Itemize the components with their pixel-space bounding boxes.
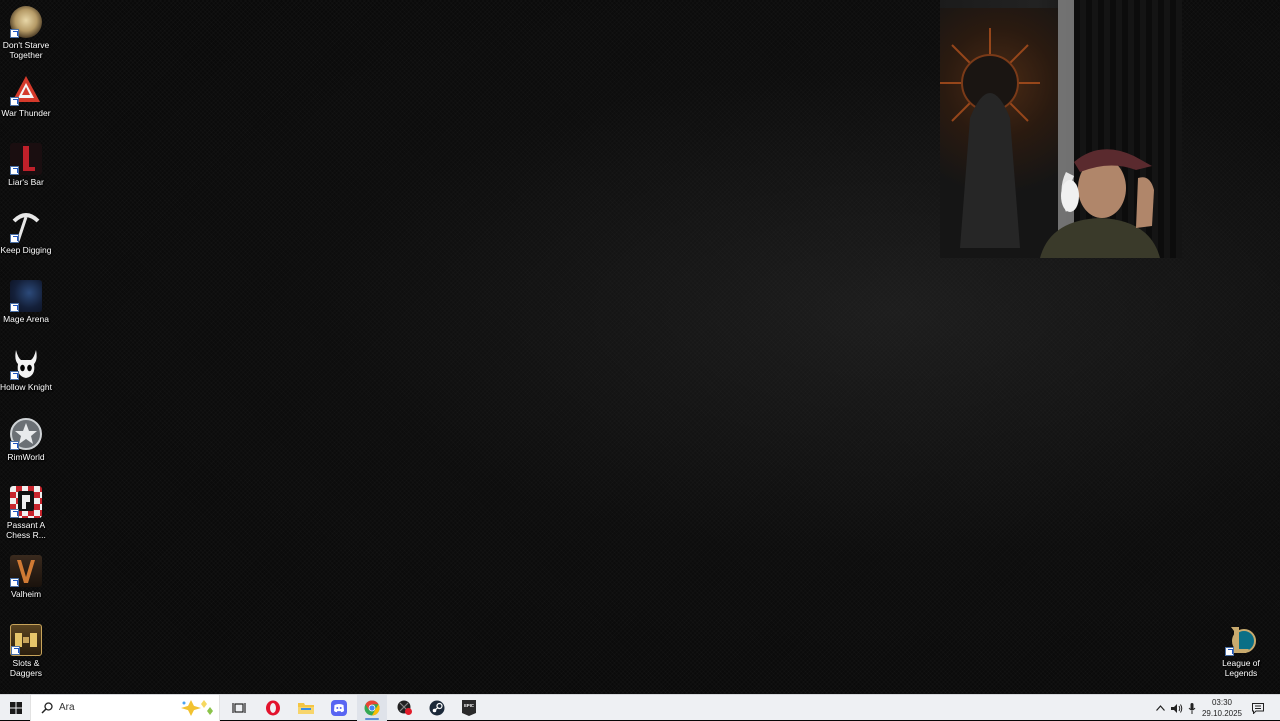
desktop-icon-rimworld[interactable]: RimWorld [0,418,52,462]
clock-date: 29.10.2025 [1201,709,1243,718]
search-icon [41,702,53,714]
app-red-icon [397,700,412,715]
war-thunder-icon [10,74,42,106]
webcam-overlay [940,0,1182,258]
taskbar-steam[interactable] [422,695,452,721]
notification-icon [1252,702,1264,714]
desktop-icon-mage-arena[interactable]: Mage Arena [0,280,52,324]
show-hidden-icons-button[interactable] [1153,695,1167,721]
desktop-icon-label: Keep Digging [0,245,52,255]
slots-daggers-icon [10,624,42,656]
desktop-icon-liars-bar[interactable]: Liar's Bar [0,143,52,187]
start-button[interactable] [1,695,31,721]
taskbar-discord[interactable] [324,695,354,721]
file-explorer-icon [298,703,314,714]
desktop-icon-label: Valheim [10,589,42,599]
hollow-knight-icon [10,348,42,380]
task-view-button[interactable] [224,695,254,721]
clock-time: 03:30 [1211,698,1233,707]
volume-button[interactable] [1169,695,1185,721]
search-highlight-sparkle-icon [181,700,213,716]
chrome-icon [364,700,380,716]
webcam-person [1040,149,1160,258]
taskbar: Ara EPIC 03:30 29.10.2025 [0,694,1280,721]
desktop-icon-label: Hollow Knight [0,382,52,392]
search-placeholder: Ara [59,702,75,713]
league-of-legends-icon [1225,624,1257,656]
epic-games-icon: EPIC [462,700,476,716]
desktop-icon-valheim[interactable]: Valheim [0,555,52,599]
svg-text:EPIC: EPIC [464,703,474,708]
dont-starve-together-icon [10,6,42,38]
rimworld-icon [10,418,42,450]
microphone-icon [1188,702,1196,714]
desktop-icon-label: Mage Arena [3,314,49,324]
desktop-icon-slots-daggers[interactable]: Slots & Daggers [0,624,52,678]
steam-icon [429,700,445,716]
discord-icon [331,700,347,716]
desktop-icon-label: League of Legends [1222,658,1260,678]
windows-start-icon [10,702,22,714]
desktop-icon-passant-chess[interactable]: Passant A Chess R... [0,486,52,540]
taskbar-app-red[interactable] [390,695,420,721]
taskbar-file-explorer[interactable] [291,695,321,721]
desktop-icon-keep-digging[interactable]: Keep Digging [0,211,52,255]
taskbar-epic-games[interactable]: EPIC [454,695,484,721]
opera-icon [266,700,280,716]
desktop-icon-label: Passant A Chess R... [6,520,46,540]
desktop-icon-league-of-legends[interactable]: League of Legends [1215,624,1267,678]
desktop-icon-label: Don't Starve Together [2,40,50,60]
taskbar-search-box[interactable]: Ara [30,695,220,721]
desktop-icon-label: Liar's Bar [8,177,44,187]
liars-bar-icon [10,143,42,175]
passant-chess-icon [10,486,42,518]
speaker-icon [1171,703,1183,713]
taskbar-chrome[interactable] [357,695,387,721]
taskbar-clock[interactable]: 03:30 29.10.2025 [1196,697,1248,719]
valheim-icon [10,555,42,587]
notifications-button[interactable] [1250,695,1266,721]
taskbar-opera[interactable] [258,695,288,721]
desktop-icon-label: War Thunder [1,108,51,118]
mage-arena-icon [10,280,42,312]
desktop-icon-label: RimWorld [7,452,45,462]
keep-digging-icon [10,211,42,243]
desktop-icon-label: Slots & Daggers [9,658,43,678]
desktop-icon-dont-starve-together[interactable]: Don't Starve Together [0,6,52,60]
desktop-icon-hollow-knight[interactable]: Hollow Knight [0,348,52,392]
chevron-up-icon [1155,705,1165,711]
task-view-icon [232,703,246,713]
desktop-icon-war-thunder[interactable]: War Thunder [0,74,52,118]
desktop: Don't Starve Together War Thunder Liar's… [0,0,1280,694]
